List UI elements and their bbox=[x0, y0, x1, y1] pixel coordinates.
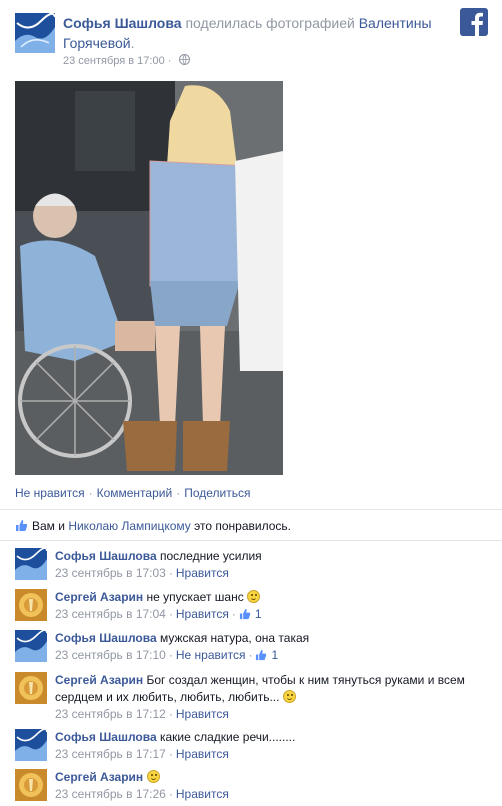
comment-avatar-sergey[interactable] bbox=[15, 589, 47, 621]
share-button[interactable]: Поделиться bbox=[184, 486, 250, 500]
comment-like-button[interactable]: Нравится bbox=[176, 566, 229, 580]
smiley-icon bbox=[146, 770, 160, 783]
thumbs-up-icon bbox=[255, 649, 267, 666]
comment-author-link[interactable]: Сергей Азарин bbox=[55, 590, 143, 604]
liker-link[interactable]: Николаю Лампицкому bbox=[68, 519, 191, 533]
comment-avatar-sergey[interactable] bbox=[15, 769, 47, 801]
meta-sep: · bbox=[168, 707, 173, 721]
facebook-logo-icon bbox=[460, 8, 488, 37]
comment-time[interactable]: 23 сентябрь в 17:17 bbox=[55, 747, 166, 761]
comment-author-link[interactable]: Софья Шашлова bbox=[55, 631, 157, 645]
post-title-line: Софья Шашлова поделилась фотографией Вал… bbox=[63, 13, 448, 53]
time-sep: · bbox=[164, 55, 175, 67]
period: . bbox=[130, 35, 135, 51]
post-photo[interactable] bbox=[15, 81, 283, 475]
meta-sep: · bbox=[168, 607, 173, 621]
globe-icon bbox=[178, 54, 190, 68]
comment-like-button[interactable]: Нравится bbox=[176, 787, 229, 801]
author-avatar[interactable] bbox=[15, 13, 55, 53]
comment-avatar-sofia[interactable] bbox=[15, 630, 47, 662]
smiley-icon bbox=[282, 690, 296, 703]
post-timestamp-row: 23 сентября в 17:00 · bbox=[63, 54, 190, 68]
comment-author-link[interactable]: Сергей Азарин bbox=[55, 770, 143, 784]
meta-sep: · bbox=[168, 648, 173, 662]
comment-author-link[interactable]: Сергей Азарин bbox=[55, 673, 143, 687]
comment-unlike-button[interactable]: Не нравится bbox=[176, 648, 246, 662]
smiley-icon bbox=[247, 590, 261, 603]
comment-text: какие сладкие речи........ bbox=[159, 730, 296, 744]
meta-sep: · bbox=[168, 787, 173, 801]
comment-time[interactable]: 23 сентябрь в 17:12 bbox=[55, 707, 166, 721]
comment-time[interactable]: 23 сентябрь в 17:10 bbox=[55, 648, 166, 662]
meta-sep: · bbox=[168, 566, 173, 580]
comment-body: Софья Шашлова мужская натура, она такая … bbox=[55, 630, 487, 666]
post-author-link[interactable]: Софья Шашлова bbox=[63, 15, 182, 31]
comment-like-button[interactable]: Нравится bbox=[176, 747, 229, 761]
comment-author-link[interactable]: Софья Шашлова bbox=[55, 549, 157, 563]
thumbs-up-icon bbox=[15, 519, 28, 535]
comment-body: Сергей Азарин Бог создал женщин, чтобы к… bbox=[55, 672, 487, 723]
comment-author-link[interactable]: Софья Шашлова bbox=[55, 730, 157, 744]
post-timestamp[interactable]: 23 сентября в 17:00 bbox=[63, 55, 165, 67]
comment-body: Сергей Азарин не упускает шанс 23 сентяб… bbox=[55, 589, 487, 625]
meta-sep: · bbox=[248, 648, 253, 662]
comment-like-button[interactable]: Нравится bbox=[176, 707, 229, 721]
comment-time[interactable]: 23 сентябрь в 17:03 bbox=[55, 566, 166, 580]
comment-text: мужская натура, она такая bbox=[159, 631, 310, 645]
thumbs-up-icon bbox=[239, 608, 251, 625]
shared-text: поделилась фотографией bbox=[181, 15, 359, 31]
comment-like-count[interactable]: 1 bbox=[255, 607, 262, 621]
comment-like-count[interactable]: 1 bbox=[271, 648, 278, 662]
comment-avatar-sofia[interactable] bbox=[15, 548, 47, 580]
comment-text: не упускает шанс bbox=[146, 590, 244, 604]
likes-summary: Вам и Николаю Лампицкому это понравилось… bbox=[15, 519, 291, 535]
meta-sep: · bbox=[168, 747, 173, 761]
divider bbox=[0, 509, 502, 510]
unlike-button[interactable]: Не нравится bbox=[15, 486, 85, 500]
meta-sep: · bbox=[231, 607, 236, 621]
likes-prefix: Вам и bbox=[32, 519, 69, 533]
comment-time[interactable]: 23 сентябрь в 17:26 bbox=[55, 787, 166, 801]
action-sep: · bbox=[176, 486, 181, 500]
comment-like-button[interactable]: Нравится bbox=[176, 607, 229, 621]
comment-button[interactable]: Комментарий bbox=[97, 486, 173, 500]
comment-avatar-sergey[interactable] bbox=[15, 672, 47, 704]
comment-time[interactable]: 23 сентябрь в 17:04 bbox=[55, 607, 166, 621]
action-sep: · bbox=[88, 486, 93, 500]
divider bbox=[0, 540, 502, 541]
comment-body: Сергей Азарин 23 сентябрь в 17:26 · Нравит… bbox=[55, 769, 487, 803]
likes-suffix: это понравилось. bbox=[190, 519, 291, 533]
post-actions: Не нравится · Комментарий · Поделиться bbox=[15, 486, 250, 500]
post-header: Софья Шашлова поделилась фотографией Вал… bbox=[0, 0, 502, 80]
comment-avatar-sofia[interactable] bbox=[15, 729, 47, 761]
comment-body: Софья Шашлова какие сладкие речи........… bbox=[55, 729, 487, 763]
comment-body: Софья Шашлова последние усилия 23 сентяб… bbox=[55, 548, 487, 582]
comment-text: последние усилия bbox=[159, 549, 262, 563]
